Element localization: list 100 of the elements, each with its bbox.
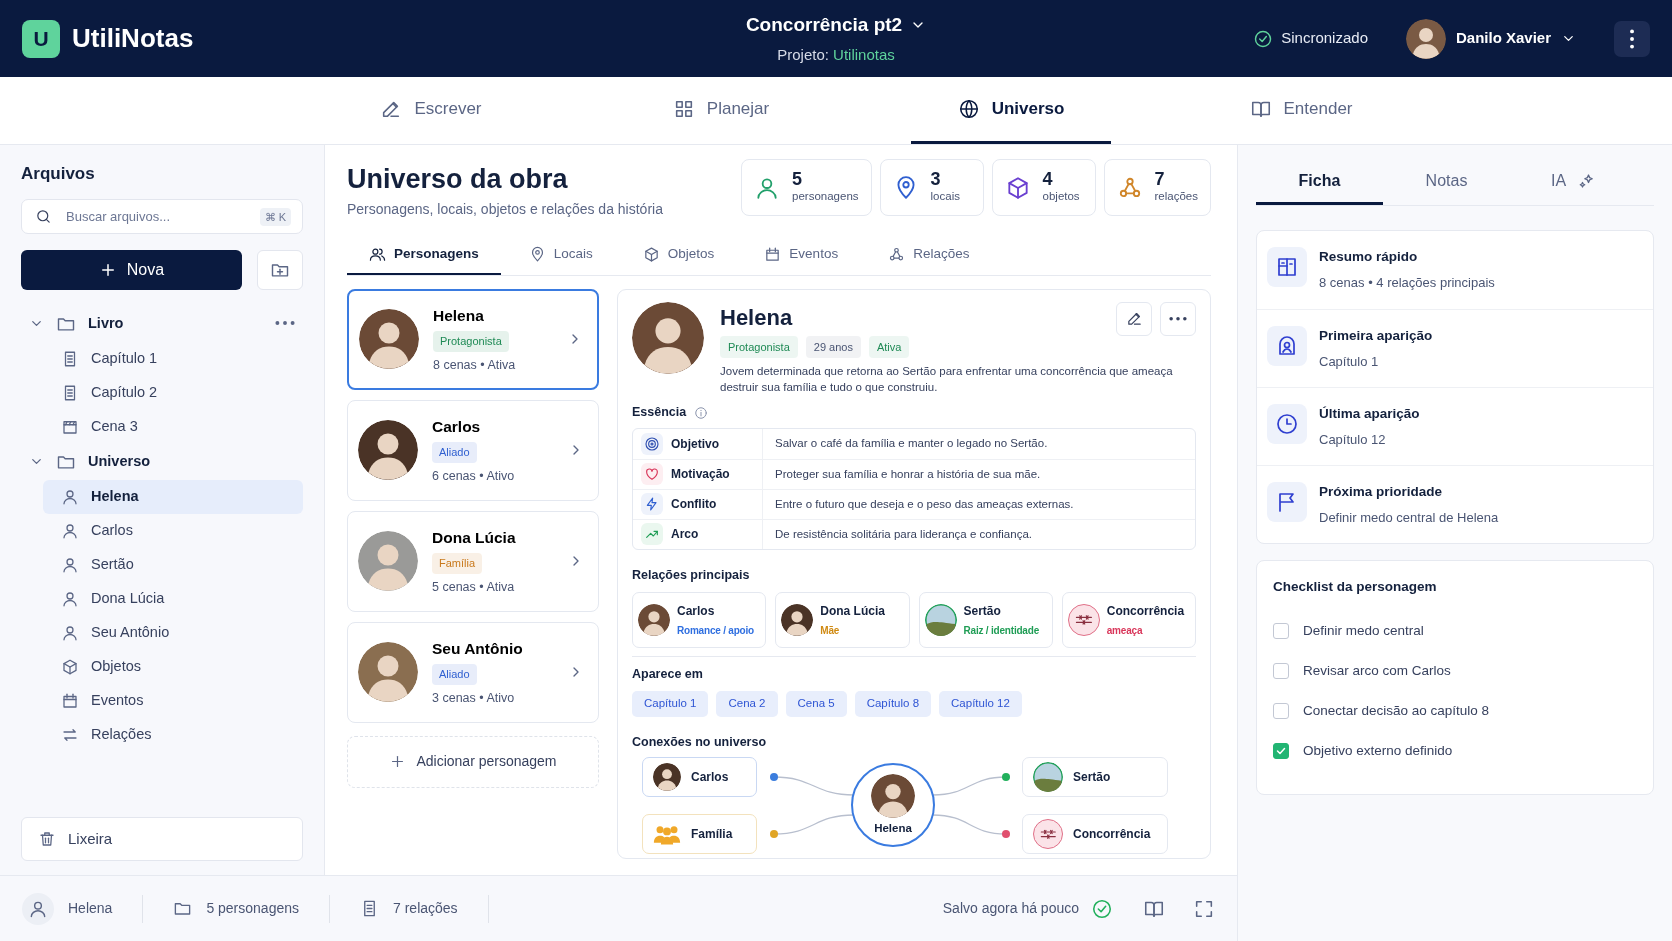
- more-vertical-icon: [1629, 28, 1636, 49]
- tree-item[interactable]: Eventos: [43, 683, 303, 718]
- avatar: [359, 309, 419, 370]
- document-title-dropdown[interactable]: Concorrência pt2: [745, 11, 927, 40]
- section-tab[interactable]: Locais: [506, 238, 615, 275]
- section-title: Relações principais: [632, 566, 751, 584]
- relation-card[interactable]: Carlos Romance / apoio: [632, 591, 767, 648]
- avatar: [638, 603, 670, 636]
- more-icon: [1169, 315, 1187, 322]
- checkbox[interactable]: [1273, 743, 1289, 760]
- character-meta: 5 cenas • Ativa: [432, 578, 516, 596]
- check-circle-icon: [1091, 897, 1113, 920]
- tree-item[interactable]: Sertão: [43, 547, 303, 582]
- row-value: Proteger sua família e honrar a história de sua mãe.: [774, 466, 1041, 482]
- relation-name: Dona Lúcia: [820, 602, 885, 620]
- row-label: Motivação: [633, 459, 763, 489]
- connection-node[interactable]: Concorrência: [1022, 814, 1168, 855]
- connection-node[interactable]: Carlos: [642, 757, 757, 798]
- tree-item[interactable]: Capítulo 1: [43, 341, 303, 376]
- tree-item[interactable]: Seu Antônio: [43, 615, 303, 650]
- checkbox[interactable]: [1273, 663, 1289, 680]
- avatar: [358, 642, 418, 703]
- chapter-chip[interactable]: Capítulo 1: [632, 691, 709, 717]
- new-button[interactable]: Nova: [21, 249, 242, 290]
- more-icon: [275, 320, 295, 327]
- stat-label: locais: [930, 188, 960, 204]
- person-icon: [61, 555, 79, 574]
- chapter-chip[interactable]: Capítulo 12: [939, 691, 1022, 717]
- checkbox[interactable]: [1273, 703, 1289, 720]
- summary-text: Capítulo 12: [1319, 431, 1387, 450]
- pencil-icon: [1125, 310, 1143, 328]
- panel-tab[interactable]: Ficha: [1256, 159, 1383, 205]
- tree-item[interactable]: Objetos: [43, 649, 303, 684]
- chapter-chip[interactable]: Cena 5: [785, 691, 847, 717]
- section-tab[interactable]: Personagens: [347, 238, 501, 275]
- section-tab[interactable]: Relações: [866, 238, 992, 275]
- character-card[interactable]: Dona Lúcia Família 5 cenas • Ativa: [347, 510, 599, 612]
- center-node[interactable]: Helena: [851, 763, 935, 848]
- folder-item[interactable]: Livro: [21, 305, 303, 342]
- character-card[interactable]: Helena Protagonista 8 cenas • Ativa: [347, 288, 599, 390]
- character-card[interactable]: Carlos Aliado 6 cenas • Ativo: [347, 399, 599, 501]
- main-tab[interactable]: Universo: [911, 77, 1111, 144]
- relation-card[interactable]: Dona Lúcia Mãe: [775, 591, 910, 648]
- row-label: Arco: [633, 519, 763, 549]
- folder-item[interactable]: Universo: [21, 443, 303, 480]
- summary-text: Capítulo 1: [1319, 353, 1380, 372]
- character-card[interactable]: Seu Antônio Aliado 3 cenas • Ativo: [347, 621, 599, 723]
- relation-name: Concorrência: [1106, 602, 1185, 620]
- new-folder-button[interactable]: [257, 249, 303, 290]
- section-tab[interactable]: Eventos: [742, 238, 861, 275]
- checklist-title: Checklist da personagem: [1273, 578, 1438, 596]
- cube-icon: [61, 657, 79, 676]
- chapter-chip[interactable]: Cena 2: [716, 691, 778, 717]
- row-label: Conflito: [633, 489, 763, 519]
- avatar: [653, 763, 681, 792]
- page-title: Universo da obra: [347, 163, 569, 196]
- character-name: Dona Lúcia: [432, 527, 517, 548]
- tree-item[interactable]: Dona Lúcia: [43, 581, 303, 616]
- heart-icon: [644, 466, 660, 483]
- add-character-button[interactable]: Adicionar personagem: [347, 735, 599, 788]
- relation-card[interactable]: Sertão Raiz / identidade: [918, 591, 1053, 648]
- user-menu[interactable]: Danilo Xavier: [1405, 18, 1576, 59]
- tree-item[interactable]: Cena 3: [43, 409, 303, 444]
- connection-node[interactable]: Sertão: [1022, 757, 1168, 798]
- character-name: Seu Antônio: [432, 638, 524, 659]
- layout-icon: [1275, 255, 1299, 279]
- panel-tab[interactable]: Notas: [1383, 159, 1510, 205]
- edit-button[interactable]: [1116, 301, 1152, 336]
- tree-item[interactable]: Relações: [43, 717, 303, 752]
- avatar: [358, 531, 418, 592]
- app-logo: U: [22, 19, 60, 58]
- stat-label: objetos: [1042, 188, 1080, 204]
- relation-card[interactable]: Concorrência ameaça: [1061, 591, 1196, 648]
- tree-item[interactable]: Capítulo 2: [43, 375, 303, 410]
- main-tab[interactable]: Escrever: [331, 77, 531, 144]
- stat-value: 4: [1042, 169, 1054, 188]
- trash-button[interactable]: Lixeira: [21, 817, 303, 861]
- avatar: [871, 773, 915, 818]
- connection-node[interactable]: Família: [642, 814, 757, 855]
- summary-text: Definir medo central de Helena: [1319, 509, 1499, 528]
- row-value: Salvar o café da família e manter o legado no Sertão.: [774, 436, 1048, 452]
- section-title: Aparece em: [632, 665, 704, 683]
- checkbox[interactable]: [1273, 623, 1289, 640]
- summary-title: Última aparição: [1319, 405, 1420, 423]
- panel-tab[interactable]: IA: [1510, 159, 1637, 205]
- trash-icon: [38, 830, 56, 848]
- main-tab[interactable]: Planejar: [621, 77, 821, 144]
- main-tab[interactable]: Entender: [1201, 77, 1401, 144]
- more-button[interactable]: [1614, 20, 1650, 57]
- tree-item[interactable]: Carlos: [43, 513, 303, 548]
- character-name: Helena: [433, 305, 485, 326]
- character-meta: 6 cenas • Ativo: [432, 467, 516, 485]
- checklist-item: Definir medo central: [1303, 622, 1424, 641]
- photo-placeholder: [924, 603, 957, 636]
- section-tab[interactable]: Objetos: [620, 238, 737, 275]
- status-item: Helena: [68, 899, 113, 918]
- status-item: 7 relações: [393, 899, 458, 918]
- chapter-chip[interactable]: Capítulo 8: [854, 691, 932, 717]
- nodes-icon: [888, 246, 906, 263]
- tree-item[interactable]: Helena: [43, 479, 303, 514]
